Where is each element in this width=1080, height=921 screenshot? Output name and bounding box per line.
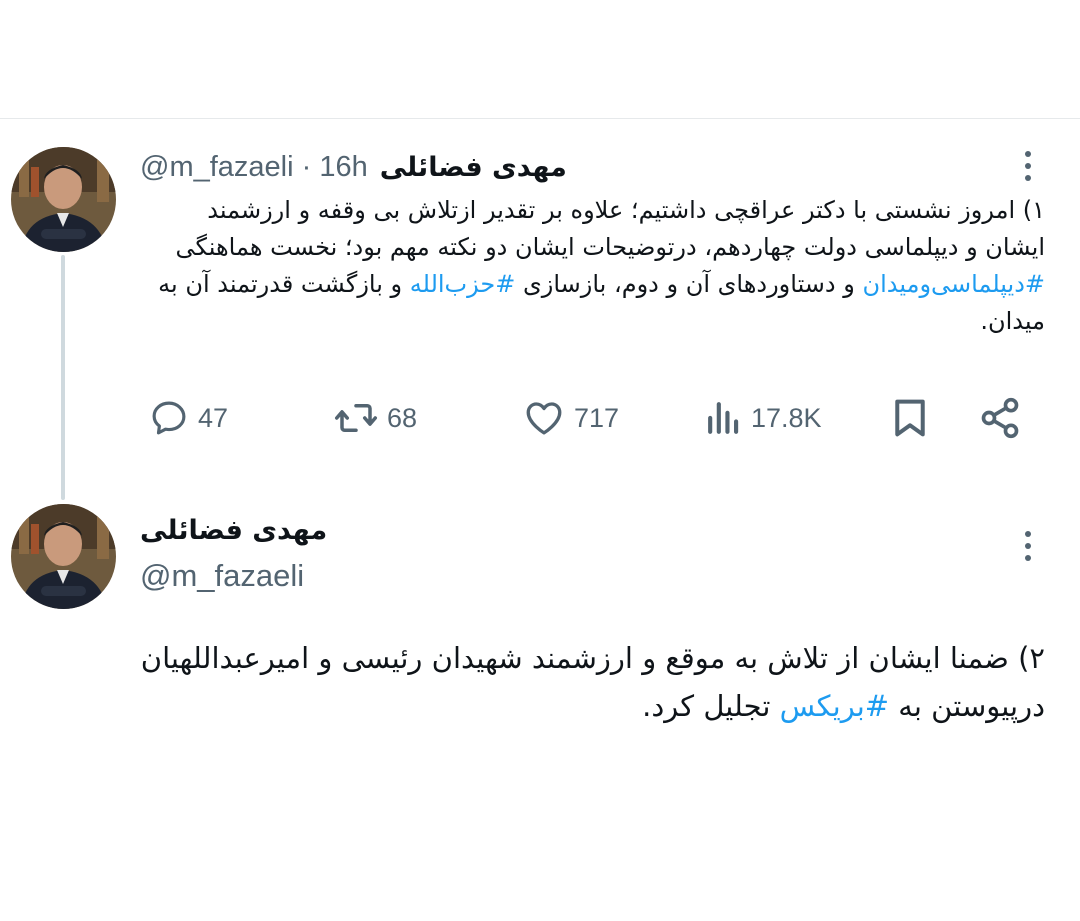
author-name[interactable]: مهدی فضائلی [380,152,567,183]
reply-button[interactable]: 47 [148,388,228,448]
reply-icon [148,397,190,439]
like-button[interactable]: 717 [522,388,619,448]
views-button[interactable]: 17.8K [705,388,822,448]
reply-count: 47 [198,402,229,433]
tweet1-text: ۱) امروز نشستی با دکتر عراقچی داشتیم؛ عل… [140,192,1045,340]
thread-connector-line [61,255,65,500]
views-chart-icon [705,397,743,439]
hashtag-link[interactable]: #بریکس [780,689,889,723]
share-icon [978,396,1022,440]
tweet-text-segment: ۱) امروز نشستی با دکتر عراقچی داشتیم؛ عل… [175,196,1045,261]
avatar[interactable] [11,504,116,609]
tweet1-header: مهدی فضائلی @m_fazaeli · 16h [140,145,580,189]
avatar[interactable] [11,147,116,252]
repost-icon [333,397,379,439]
top-divider [0,118,1080,119]
hashtag-link[interactable]: #حزب‌الله [410,270,516,298]
bookmark-icon [890,396,930,440]
hashtag-link[interactable]: #دیپلماسی‌ومیدان [862,270,1045,298]
bookmark-button[interactable] [890,388,930,448]
repost-count: 68 [387,402,418,433]
repost-button[interactable]: 68 [333,388,417,448]
more-options-icon[interactable] [1013,144,1043,188]
like-count: 717 [574,402,620,433]
tweet-text-segment: و دستاوردهای آن و دوم، بازسازی [515,270,863,298]
tweet-text-segment: تجلیل کرد. [642,689,780,723]
tweet1-action-bar: 47 68 717 17.8K [140,388,1030,448]
share-button[interactable] [978,388,1022,448]
author-handle-timestamp[interactable]: @m_fazaeli · 16h [140,151,368,184]
author-name[interactable]: مهدی فضائلی [140,515,640,546]
author-handle[interactable]: @m_fazaeli [140,558,640,594]
tweet2-header: مهدی فضائلی @m_fazaeli [140,515,640,594]
tweet2-text: ۲) ضمنا ایشان از تلاش به موقع و ارزشمند … [140,634,1045,730]
heart-icon [522,397,566,439]
more-options-icon[interactable] [1013,524,1043,568]
views-count: 17.8K [751,402,822,433]
tweet-text-segment: ۲) ضمنا ایشان از تلاش به موقع و ارزشمند … [140,641,1045,723]
